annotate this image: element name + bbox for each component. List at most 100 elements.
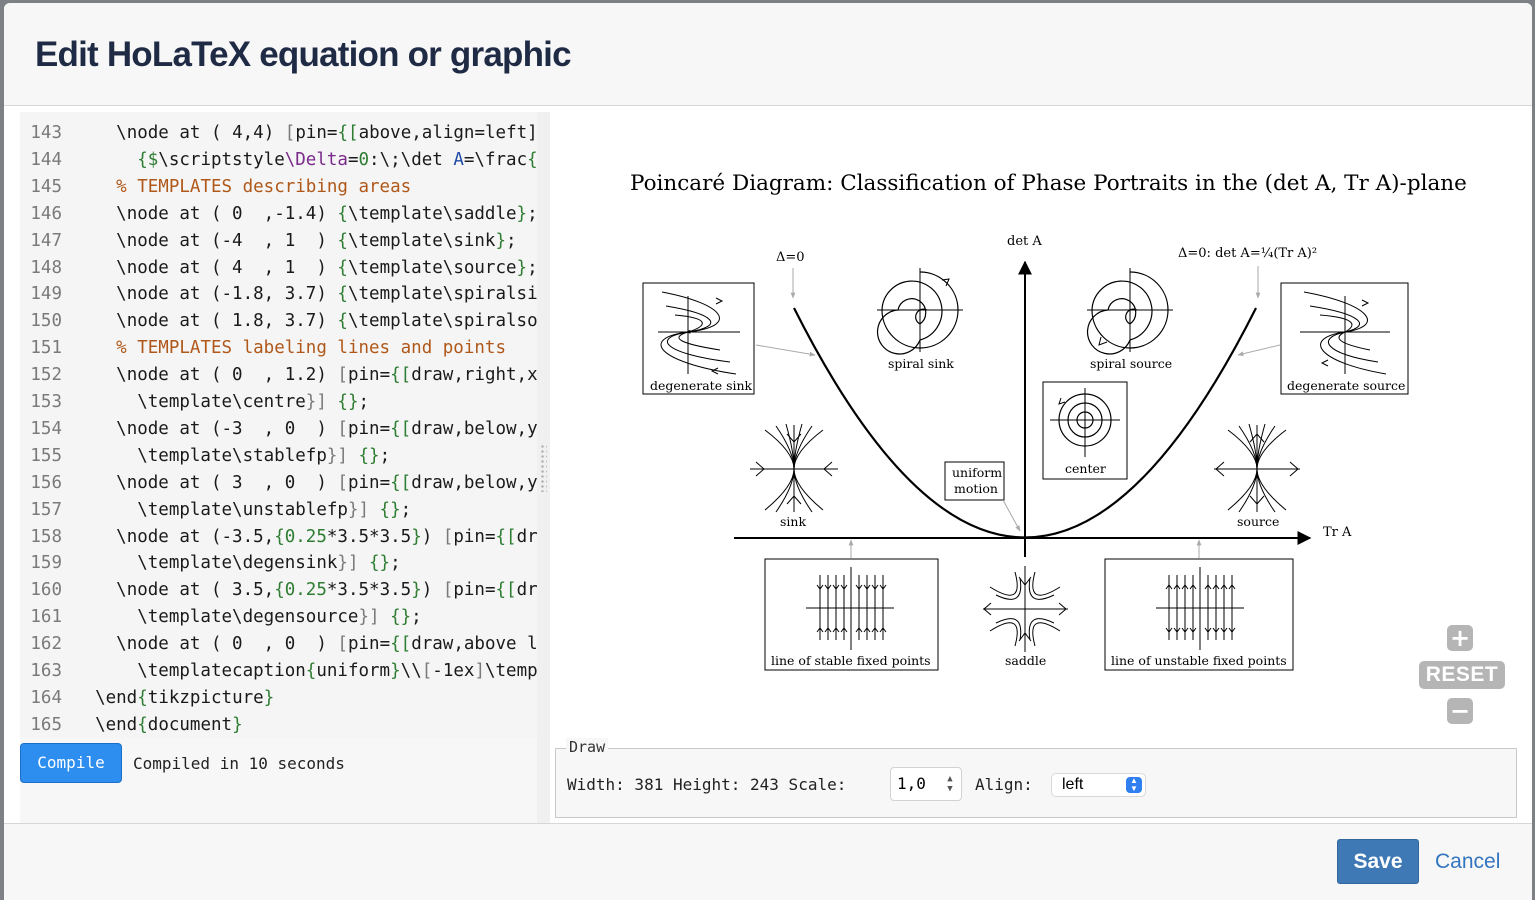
code-line[interactable]: 143 \node at ( 4,4) [pin={[above,align=l… — [20, 120, 537, 147]
code-token: 4 — [232, 123, 243, 143]
degenerate-source-label: degenerate source — [1287, 378, 1405, 393]
uniform-motion-label-2: motion — [954, 481, 998, 496]
code-token: \node at ( 0 , 0 ) — [116, 634, 338, 655]
code-line[interactable]: 144 {$\scriptstyle\Delta=0:\;\det A=\fra… — [20, 147, 537, 174]
code-line[interactable]: 149 \node at (-1.8, 3.7) {\template\spir… — [20, 281, 537, 308]
line-number: 149 — [30, 284, 62, 305]
code-token: } — [411, 580, 422, 601]
code-token: { — [137, 714, 148, 735]
line-number: 150 — [30, 311, 62, 332]
code-line[interactable]: 146 \node at ( 0 ,-1.4) {\template\saddl… — [20, 201, 537, 228]
code-token: [ — [337, 472, 348, 493]
code-line[interactable]: 157 \template\unstablefp}] {}; — [20, 497, 537, 524]
code-line[interactable]: 151 % TEMPLATES labeling lines and point… — [20, 335, 537, 362]
code-line[interactable]: 162 \node at ( 0 , 0 ) [pin={[draw,above… — [20, 631, 537, 658]
compile-button[interactable]: Compile — [20, 743, 122, 783]
line-number: 147 — [30, 230, 62, 251]
code-line[interactable]: 145 % TEMPLATES describing areas — [20, 174, 537, 201]
code-token: \node at (-3.5, — [116, 526, 275, 547]
code-token: draw,below,ys — [411, 418, 537, 439]
code-token: \node at ( 3.5, — [116, 580, 275, 601]
code-line[interactable]: 154 \node at (-3 , 0 ) [pin={[draw,below… — [20, 416, 537, 443]
line-number: 148 — [30, 257, 62, 278]
line-number: 163 — [30, 661, 62, 681]
code-line[interactable]: 152 \node at ( 0 , 1.2) [pin={[draw,righ… — [20, 362, 537, 389]
code-token: \end — [95, 687, 138, 708]
zoom-reset-button[interactable]: RESET — [1419, 661, 1505, 689]
align-label: Align: — [975, 775, 1033, 794]
zoom-out-button[interactable]: − — [1447, 698, 1473, 724]
code-token: dra — [516, 526, 537, 547]
diagram-title: Poincaré Diagram: Classification of Phas… — [630, 171, 1467, 196]
code-token: { — [337, 284, 348, 305]
code-token: ; — [379, 445, 391, 466]
code-token: 4 — [253, 123, 264, 143]
code-line[interactable]: 165 \end{document} — [20, 712, 537, 738]
code-token: \node at ( 0 ,-1.4) — [116, 203, 338, 224]
line-number: 161 — [30, 607, 62, 628]
code-token: } — [516, 203, 528, 224]
code-text: \node at (-1.8, 3.7) {\template\spiralsi… — [74, 281, 537, 308]
code-token: {[ — [390, 472, 412, 493]
code-text: \template\degensink}] {}; — [74, 550, 400, 577]
saddle-label: saddle — [1005, 653, 1046, 668]
code-token: } — [232, 714, 243, 735]
code-line[interactable]: 159 \template\degensink}] {}; — [20, 550, 537, 577]
line-number: 159 — [30, 553, 62, 574]
det-axis-label: det A — [1007, 234, 1042, 249]
scale-stepper-icon[interactable]: ▲ ▼ — [945, 774, 955, 794]
spiral-source-portrait — [1086, 268, 1173, 355]
code-token: {[ — [495, 526, 517, 547]
code-token: { — [305, 661, 317, 681]
align-select[interactable]: left ▲ ▼ — [1051, 773, 1146, 797]
code-line[interactable]: 153 \template\centre}] {}; — [20, 389, 537, 416]
code-token: ; — [411, 607, 422, 628]
select-arrows-icon[interactable]: ▲ ▼ — [1126, 777, 1142, 793]
code-line[interactable]: 158 \node at (-3.5,{0.25*3.5*3.5}) [pin=… — [20, 524, 537, 551]
code-editor[interactable]: 143 \node at ( 4,4) [pin={[above,align=l… — [20, 112, 537, 738]
line-number: 157 — [30, 499, 62, 520]
code-token: }] — [305, 392, 338, 412]
code-line[interactable]: 156 \node at ( 3 , 0 ) [pin={[draw,below… — [20, 470, 537, 497]
code-line[interactable]: 147 \node at (-4 , 1 ) {\template\sink}; — [20, 228, 537, 255]
code-text: \template\unstablefp}] {}; — [74, 497, 411, 524]
cancel-link[interactable]: Cancel — [1435, 850, 1500, 874]
save-button[interactable]: Save — [1337, 839, 1419, 884]
code-line[interactable]: 155 \template\stablefp}] {}; — [20, 443, 537, 470]
code-token: { — [337, 230, 348, 251]
code-token: }] — [358, 607, 391, 628]
code-line[interactable]: 164 \end{tikzpicture} — [20, 685, 537, 712]
scale-input[interactable]: 1,0 ▲ ▼ — [890, 767, 962, 801]
code-token: ) — [421, 526, 443, 547]
code-token: \template\sink — [347, 230, 496, 251]
pane-splitter[interactable] — [537, 112, 550, 823]
center-label: center — [1065, 461, 1106, 476]
source-portrait — [1214, 423, 1300, 513]
code-line[interactable]: 150 \node at ( 1.8, 3.7) {\template\spir… — [20, 308, 537, 335]
line-number: 152 — [30, 365, 62, 386]
code-token: {} — [369, 553, 391, 574]
code-token: =\frac — [463, 149, 528, 170]
code-text: \node at ( 4 , 1 ) {\template\source}; — [74, 255, 537, 282]
code-token: ) — [421, 580, 443, 601]
code-token: \node at ( 0 , 1.2) — [116, 365, 338, 386]
zoom-in-button[interactable]: + — [1447, 625, 1473, 651]
code-token: }] — [347, 499, 380, 520]
line-number: 162 — [30, 634, 62, 655]
code-line[interactable]: 163 \templatecaption{uniform}\\[-1ex]\te… — [20, 658, 537, 685]
code-line[interactable]: 160 \node at ( 3.5,{0.25*3.5*3.5}) [pin=… — [20, 577, 537, 604]
splitter-grip-icon[interactable] — [540, 444, 547, 492]
code-token: A — [453, 149, 464, 170]
code-line[interactable]: 148 \node at ( 4 , 1 ) {\template\source… — [20, 255, 537, 282]
line-number: 146 — [30, 203, 62, 224]
code-line[interactable]: 161 \template\degensource}] {}; — [20, 604, 537, 631]
